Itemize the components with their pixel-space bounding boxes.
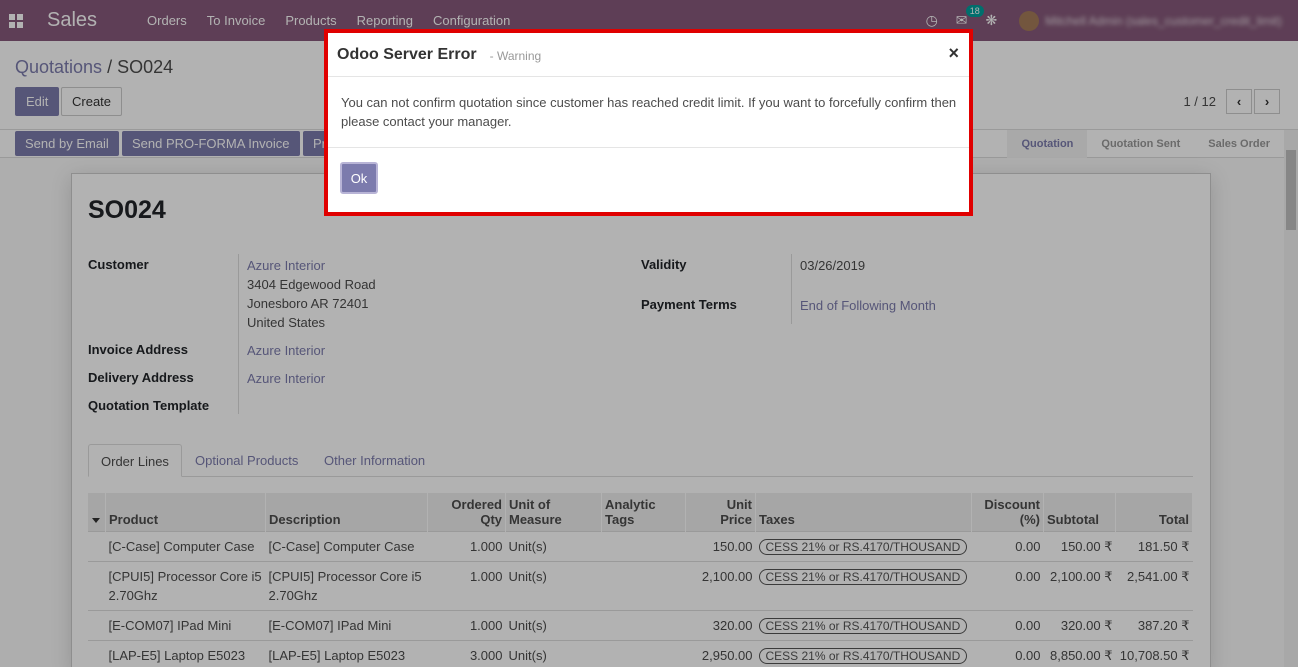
- dialog-title: Odoo Server Error: [337, 45, 477, 63]
- ok-button[interactable]: Ok: [340, 162, 378, 194]
- server-error-dialog: Odoo Server Error - Warning × You can no…: [324, 29, 973, 216]
- dialog-subtitle: - Warning: [489, 49, 542, 63]
- dialog-message: You can not confirm quotation since cust…: [328, 77, 969, 148]
- dialog-header: Odoo Server Error - Warning: [328, 33, 969, 77]
- dialog-footer: Ok: [328, 148, 969, 208]
- close-icon[interactable]: ×: [948, 43, 959, 64]
